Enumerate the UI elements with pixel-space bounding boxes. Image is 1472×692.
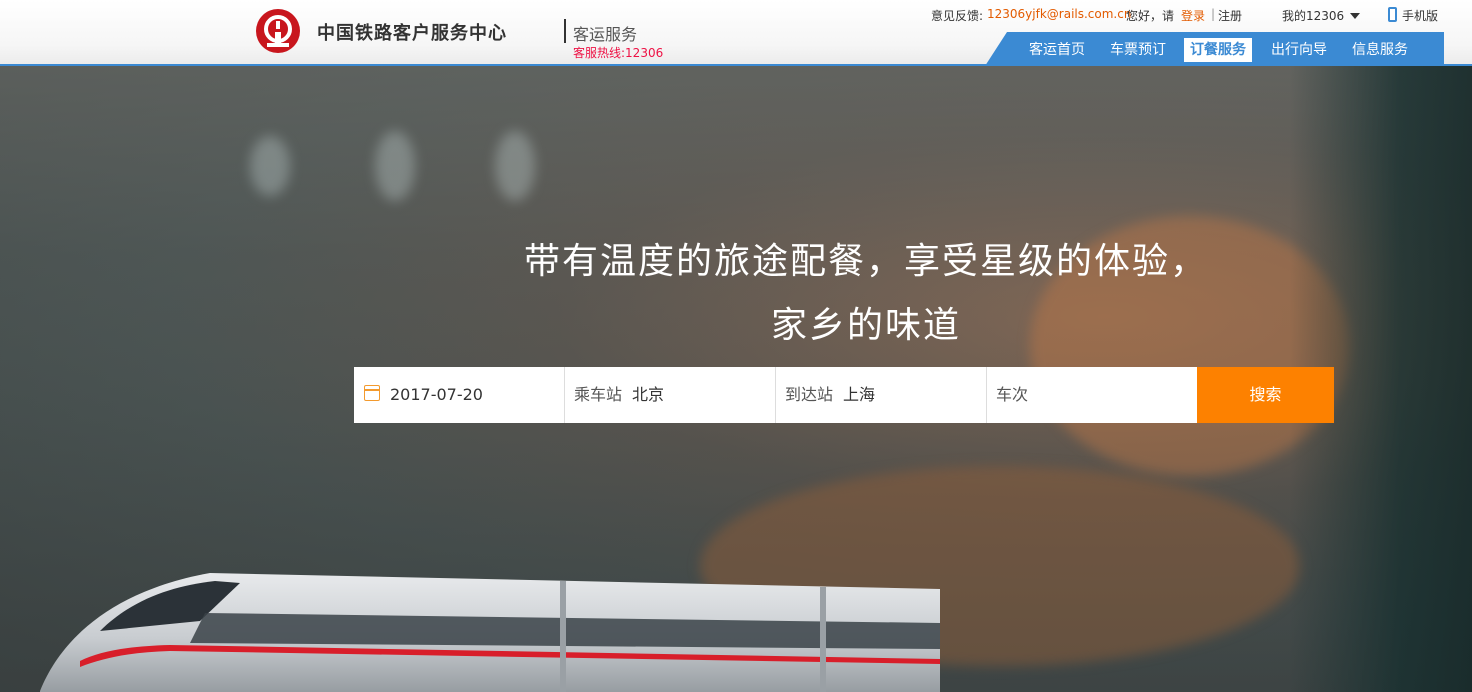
arrival-station-label: 到达站 bbox=[785, 385, 834, 404]
arrival-station-field[interactable]: 到达站 上海 bbox=[776, 367, 987, 423]
meal-search-bar: 2017-07-20 乘车站 北京 到达站 上海 车次 搜索 bbox=[354, 367, 1334, 423]
train-number-placeholder: 车次 bbox=[996, 385, 1029, 404]
feedback-label: 意见反馈: bbox=[931, 9, 984, 23]
chevron-down-icon[interactable] bbox=[1350, 13, 1360, 19]
departure-station-value: 北京 bbox=[632, 385, 665, 404]
nav-item-ticket-booking[interactable]: 车票预订 bbox=[1104, 38, 1172, 62]
hero-headline-line2: 家乡的味道 bbox=[770, 305, 961, 346]
arrival-station-value: 上海 bbox=[843, 385, 876, 404]
hero-headline-line1: 带有温度的旅途配餐，享受星级的体验， bbox=[523, 241, 1208, 282]
search-button[interactable]: 搜索 bbox=[1197, 367, 1334, 423]
date-field[interactable]: 2017-07-20 bbox=[354, 367, 565, 423]
my12306-menu[interactable]: 我的12306 bbox=[1282, 7, 1344, 24]
hotline-text: 客服热线:12306 bbox=[573, 46, 664, 60]
nav-item-home[interactable]: 客运首页 bbox=[1023, 38, 1091, 62]
mobile-version-link[interactable]: 手机版 bbox=[1402, 7, 1438, 24]
site-header: 中国铁路客户服务中心 客运服务 客服热线:12306 意见反馈: 12306yj… bbox=[0, 0, 1472, 66]
mobile-phone-icon[interactable] bbox=[1388, 7, 1397, 22]
bokeh-light bbox=[495, 131, 535, 201]
nav-item-meal-service[interactable]: 订餐服务 bbox=[1184, 38, 1252, 62]
register-link[interactable]: 注册 bbox=[1218, 7, 1242, 24]
departure-station-label: 乘车站 bbox=[574, 385, 623, 404]
railway-logo-icon[interactable] bbox=[255, 8, 301, 54]
brand-title: 中国铁路客户服务中心 bbox=[317, 23, 507, 44]
nav-item-travel-guide[interactable]: 出行向导 bbox=[1265, 38, 1333, 62]
train-image bbox=[40, 573, 940, 692]
login-link[interactable]: 登录 bbox=[1181, 7, 1205, 24]
train-number-field[interactable]: 车次 bbox=[987, 367, 1197, 423]
hero-banner: 带有温度的旅途配餐，享受星级的体验， 家乡的味道 2017-07-20 乘车站北… bbox=[0, 66, 1472, 692]
greeting-text: 您好，请 bbox=[1126, 9, 1175, 23]
calendar-icon[interactable] bbox=[364, 385, 380, 401]
bokeh-light bbox=[375, 131, 415, 201]
login-register-separator: | bbox=[1211, 7, 1216, 21]
brand-divider bbox=[564, 19, 566, 43]
bokeh-light bbox=[250, 136, 290, 196]
nav-item-info-service[interactable]: 信息服务 bbox=[1346, 38, 1414, 62]
date-value: 2017-07-20 bbox=[390, 385, 483, 404]
sub-brand-title: 客运服务 bbox=[573, 25, 638, 44]
departure-station-field[interactable]: 乘车站 北京 bbox=[565, 367, 776, 423]
feedback-email-link[interactable]: 12306yjfk@rails.com.cn bbox=[987, 7, 1131, 21]
main-nav: 客运首页 车票预订 订餐服务 出行向导 信息服务 bbox=[985, 32, 1444, 66]
